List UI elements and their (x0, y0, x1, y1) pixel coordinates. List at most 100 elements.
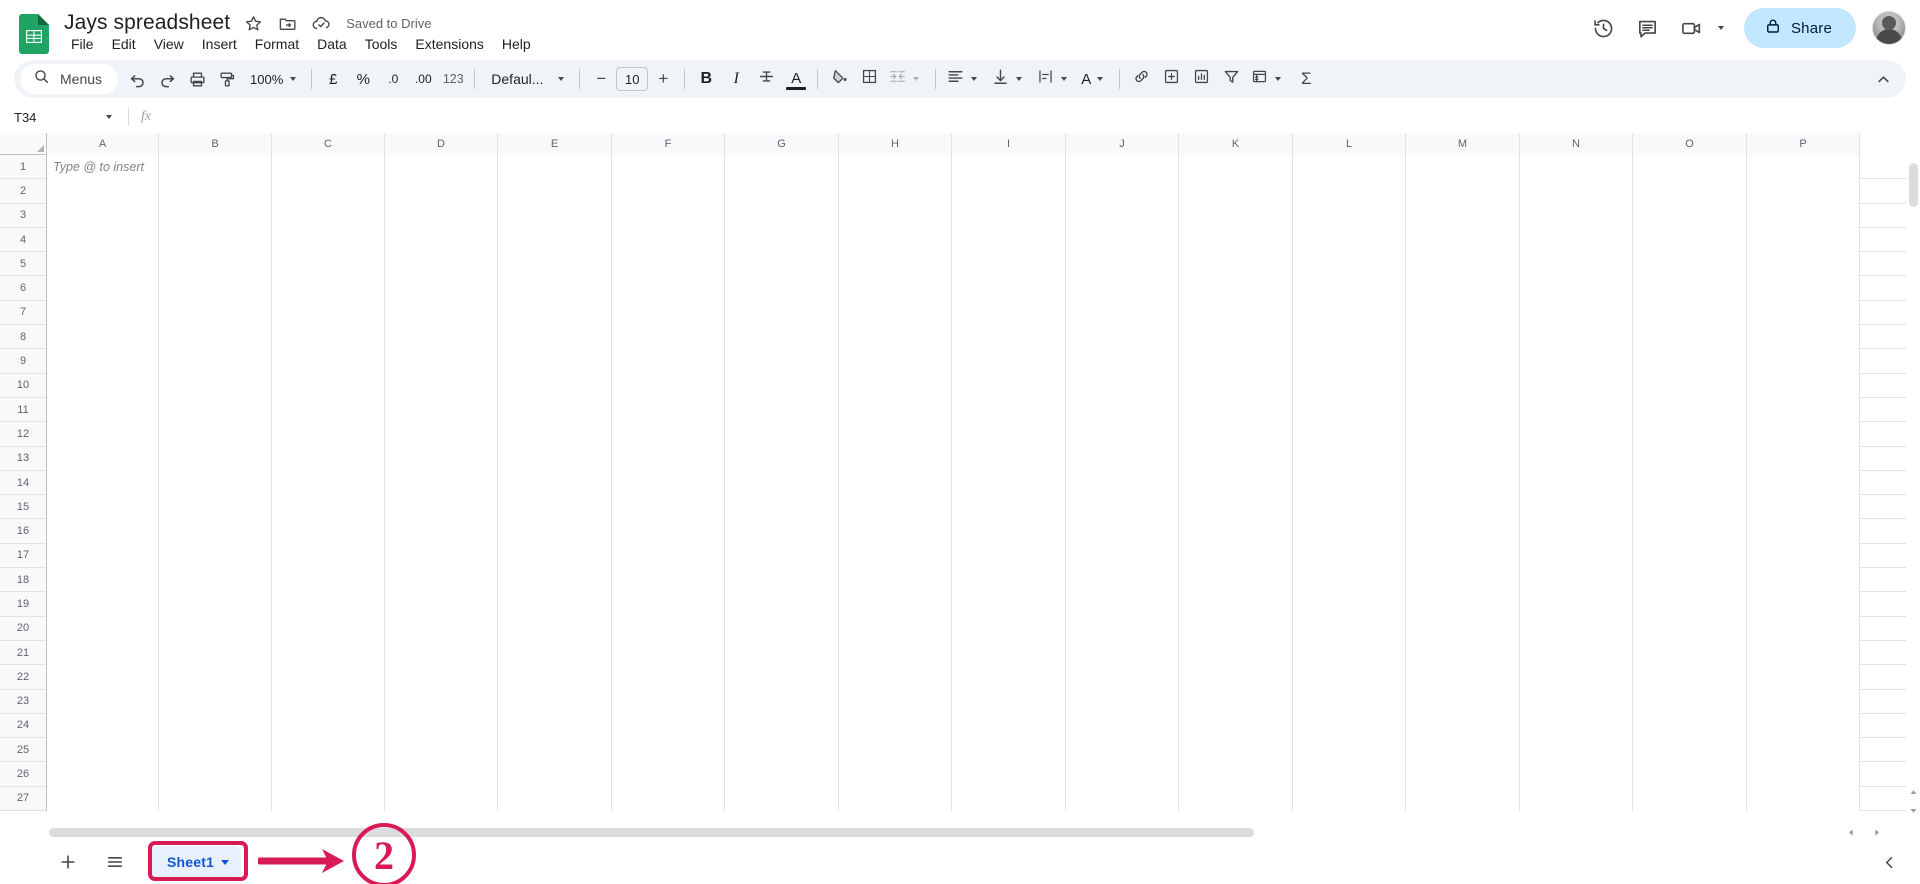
cell-H22[interactable] (839, 665, 952, 690)
cell-K6[interactable] (1179, 276, 1293, 301)
cell-L6[interactable] (1293, 276, 1406, 301)
cell-N19[interactable] (1520, 592, 1633, 617)
cell-H24[interactable] (839, 713, 952, 739)
cell-F13[interactable] (612, 446, 725, 471)
row-header-9[interactable]: 9 (0, 349, 46, 374)
cell-M23[interactable] (1406, 689, 1520, 714)
cell-I11[interactable] (952, 397, 1066, 423)
cell-G15[interactable] (725, 495, 839, 520)
cell-C24[interactable] (272, 713, 385, 739)
cell-G23[interactable] (725, 689, 839, 714)
cell-E10[interactable] (498, 373, 612, 398)
cell-B26[interactable] (159, 762, 272, 787)
cell-L10[interactable] (1293, 373, 1406, 398)
cell-H21[interactable] (839, 640, 952, 666)
cell-K11[interactable] (1179, 397, 1293, 423)
chevron-down-icon[interactable] (221, 859, 230, 865)
cell-I5[interactable] (952, 252, 1066, 277)
cell-L22[interactable] (1293, 665, 1406, 690)
cell-K24[interactable] (1179, 713, 1293, 739)
cell-A3[interactable] (47, 203, 159, 228)
cell-M12[interactable] (1406, 422, 1520, 447)
cell-F4[interactable] (612, 227, 725, 253)
cell-F7[interactable] (612, 300, 725, 326)
cell-G11[interactable] (725, 397, 839, 423)
cell-F19[interactable] (612, 592, 725, 617)
cell-G8[interactable] (725, 325, 839, 350)
column-header-L[interactable]: L (1293, 133, 1406, 155)
cell-E18[interactable] (498, 568, 612, 593)
cell-I22[interactable] (952, 665, 1066, 690)
cell-L24[interactable] (1293, 713, 1406, 739)
cell-I25[interactable] (952, 738, 1066, 763)
cell-L8[interactable] (1293, 325, 1406, 350)
cell-E19[interactable] (498, 592, 612, 617)
sheet-tab-sheet1[interactable]: Sheet1 (152, 846, 242, 878)
cell-F20[interactable] (612, 616, 725, 641)
cell-A11[interactable] (47, 397, 159, 423)
currency-format-button[interactable]: £ (318, 64, 348, 94)
cell-J21[interactable] (1066, 640, 1179, 666)
cell-C25[interactable] (272, 738, 385, 763)
cell-L9[interactable] (1293, 349, 1406, 374)
cell-C4[interactable] (272, 227, 385, 253)
row-header-8[interactable]: 8 (0, 325, 46, 350)
cell-P22[interactable] (1747, 665, 1860, 690)
cell-L20[interactable] (1293, 616, 1406, 641)
column-header-F[interactable]: F (612, 133, 725, 155)
cell-P4[interactable] (1747, 227, 1860, 253)
row-header-19[interactable]: 19 (0, 592, 46, 617)
menu-format[interactable]: Format (246, 33, 308, 55)
cell-B8[interactable] (159, 325, 272, 350)
cell-E4[interactable] (498, 227, 612, 253)
cell-H25[interactable] (839, 738, 952, 763)
cell-G2[interactable] (725, 179, 839, 204)
cell-D14[interactable] (385, 470, 498, 496)
cell-D20[interactable] (385, 616, 498, 641)
cell-B21[interactable] (159, 640, 272, 666)
cell-M25[interactable] (1406, 738, 1520, 763)
cell-F22[interactable] (612, 665, 725, 690)
cell-L23[interactable] (1293, 689, 1406, 714)
cell-H1[interactable] (839, 155, 952, 180)
cell-F3[interactable] (612, 203, 725, 228)
cell-J10[interactable] (1066, 373, 1179, 398)
cell-A14[interactable] (47, 470, 159, 496)
chevron-down-icon[interactable] (100, 108, 118, 126)
cell-A27[interactable] (47, 786, 159, 812)
print-button[interactable] (182, 64, 212, 94)
cell-M18[interactable] (1406, 568, 1520, 593)
cell-C5[interactable] (272, 252, 385, 277)
cell-O20[interactable] (1633, 616, 1747, 641)
cell-C6[interactable] (272, 276, 385, 301)
cell-F26[interactable] (612, 762, 725, 787)
cell-A2[interactable] (47, 179, 159, 204)
cell-M27[interactable] (1406, 786, 1520, 812)
row-header-16[interactable]: 16 (0, 519, 46, 544)
cell-N2[interactable] (1520, 179, 1633, 204)
cell-J25[interactable] (1066, 738, 1179, 763)
cell-O15[interactable] (1633, 495, 1747, 520)
column-header-H[interactable]: H (839, 133, 952, 155)
cell-G7[interactable] (725, 300, 839, 326)
cell-K23[interactable] (1179, 689, 1293, 714)
cell-I20[interactable] (952, 616, 1066, 641)
cell-C7[interactable] (272, 300, 385, 326)
cell-L17[interactable] (1293, 543, 1406, 569)
cell-K9[interactable] (1179, 349, 1293, 374)
cell-O13[interactable] (1633, 446, 1747, 471)
cell-F9[interactable] (612, 349, 725, 374)
paint-format-button[interactable] (212, 64, 242, 94)
cell-D15[interactable] (385, 495, 498, 520)
cell-F11[interactable] (612, 397, 725, 423)
cell-C12[interactable] (272, 422, 385, 447)
italic-button[interactable]: I (721, 64, 751, 94)
cell-D24[interactable] (385, 713, 498, 739)
cell-I10[interactable] (952, 373, 1066, 398)
row-header-24[interactable]: 24 (0, 713, 46, 739)
column-header-I[interactable]: I (952, 133, 1066, 155)
cell-D22[interactable] (385, 665, 498, 690)
video-call-icon[interactable] (1672, 8, 1712, 48)
cell-A15[interactable] (47, 495, 159, 520)
cell-A26[interactable] (47, 762, 159, 787)
